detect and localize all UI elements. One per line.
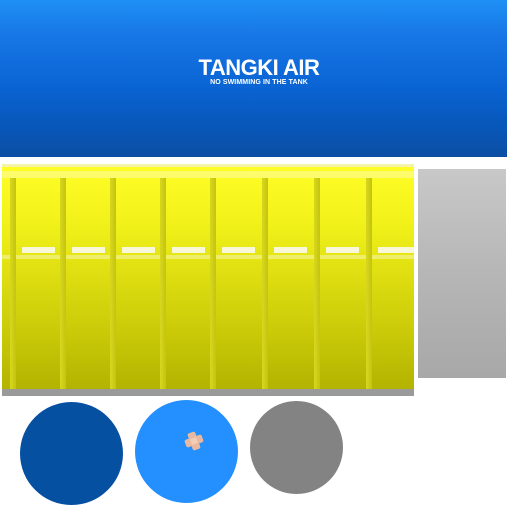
crate-notch xyxy=(222,247,255,253)
crate-slat xyxy=(366,178,372,389)
crate-notch xyxy=(172,247,205,253)
crate-slat xyxy=(110,178,116,389)
crate-notch xyxy=(22,247,55,253)
crate-notch xyxy=(274,247,307,253)
crate-slat xyxy=(60,178,66,389)
crate-slat xyxy=(160,178,166,389)
banner-title: TANGKI AIR xyxy=(198,55,320,80)
crate-notch xyxy=(326,247,359,253)
bandage-icon xyxy=(184,431,204,451)
banner-subtitle: NO SWIMMING IN THE TANK xyxy=(210,79,308,86)
yellow-crate xyxy=(2,164,414,396)
crate-base xyxy=(2,389,414,396)
crate-notch xyxy=(378,247,414,253)
grey-circle-button[interactable] xyxy=(250,401,343,494)
crate-notch xyxy=(72,247,105,253)
crate-notch xyxy=(122,247,155,253)
water-tank-banner: TANGKI AIR NO SWIMMING IN THE TANK xyxy=(0,0,507,157)
crate-top-edge xyxy=(2,164,414,167)
dark-blue-circle-button[interactable] xyxy=(20,402,123,505)
crate-slat xyxy=(10,178,16,389)
crate-top-highlight xyxy=(2,171,414,178)
crate-slat xyxy=(314,178,320,389)
game-scene: TANGKI AIR NO SWIMMING IN THE TANK xyxy=(0,0,512,512)
grey-panel xyxy=(418,169,506,378)
crate-slat xyxy=(210,178,216,389)
crate-slat xyxy=(262,178,268,389)
